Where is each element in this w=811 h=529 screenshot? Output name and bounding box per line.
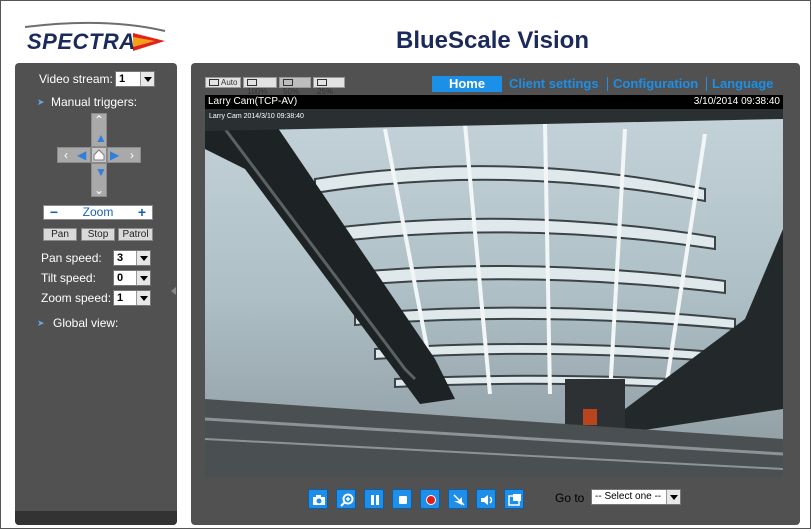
volume-down-icon [453, 494, 465, 506]
nav-configuration-tab[interactable]: Configuration [613, 76, 698, 92]
expand-icon[interactable]: ➤ [37, 318, 45, 329]
nav-language-tab[interactable]: Language [712, 76, 773, 92]
video-stream-select[interactable]: 1 [115, 71, 155, 87]
chevron-right-icon: › [130, 148, 134, 162]
arrow-left-icon: ◀ [77, 148, 87, 162]
zoom-out-button[interactable]: − [44, 205, 64, 219]
camera-icon [313, 495, 325, 505]
size-25-button[interactable]: 25% [313, 77, 345, 96]
pan-speed-select[interactable]: 3 [113, 250, 151, 266]
collapse-panel-handle[interactable] [171, 287, 176, 295]
size-50-button[interactable]: 50% [279, 77, 311, 96]
goto-select[interactable]: -- Select one -- [591, 489, 681, 505]
record-button[interactable] [420, 489, 440, 509]
chevron-down-icon [666, 490, 680, 504]
nav-separator [706, 77, 707, 91]
nav-client-settings-tab[interactable]: Client settings [509, 76, 599, 92]
pause-button[interactable] [364, 489, 384, 509]
arrow-down-icon: ▼ [95, 165, 107, 179]
ptz-direction-pad: ⌃ ⌄ ‹ › ▲ ▼ ◀ ▶ [57, 113, 141, 197]
page-title: BlueScale Vision [396, 27, 589, 54]
fullscreen-button[interactable] [504, 489, 524, 509]
zoom-speed-label: Zoom speed: [41, 291, 112, 305]
speaker-button[interactable] [476, 489, 496, 509]
camera-name: Larry Cam(TCP-AV) [208, 96, 298, 107]
app-window: SPECTRA BlueScale Vision Video stream: 1… [0, 0, 811, 529]
chevron-up-icon: ⌃ [93, 113, 105, 127]
main-view-panel: Auto 100% 50% 25% Home Client settings C… [191, 63, 800, 525]
nav-separator [607, 77, 608, 91]
speaker-icon [481, 495, 493, 505]
ptz-home-button[interactable] [91, 147, 107, 163]
home-icon [93, 149, 105, 161]
tilt-speed-label: Tilt speed: [41, 271, 96, 285]
zoom-label: Zoom [82, 205, 114, 219]
chevron-down-icon [136, 251, 150, 265]
stop-video-button[interactable] [392, 489, 412, 509]
digital-zoom-button[interactable] [336, 489, 356, 509]
stop-button[interactable]: Stop [81, 228, 115, 241]
spectra-logo: SPECTRA [15, 17, 175, 61]
digital-zoom-icon [340, 493, 354, 507]
size-100-button[interactable]: 100% [243, 77, 277, 96]
tilt-speed-select[interactable]: 0 [113, 270, 151, 286]
record-icon [426, 495, 436, 505]
nav-home-tab[interactable]: Home [432, 76, 502, 92]
goto-label: Go to [555, 491, 585, 505]
camera-timestamp: 3/10/2014 09:38:40 [693, 96, 780, 107]
panel-footer [15, 511, 177, 525]
manual-triggers-toggle[interactable]: Manual triggers: [51, 95, 137, 109]
chevron-down-icon [136, 291, 150, 305]
chevron-left-icon: ‹ [64, 148, 68, 162]
chevron-down-icon [140, 72, 154, 86]
volume-down-button[interactable] [448, 489, 468, 509]
live-video-feed[interactable]: Larry Cam 2014/3/10 09:38:40 [205, 109, 783, 477]
size-auto-button[interactable]: Auto [205, 77, 241, 88]
zoom-control: − Zoom + [43, 205, 153, 220]
snapshot-button[interactable] [308, 489, 328, 509]
arrow-up-icon: ▲ [95, 131, 107, 145]
camera-title-bar: Larry Cam(TCP-AV) 3/10/2014 09:38:40 [205, 95, 783, 109]
stop-icon [399, 496, 407, 504]
zoom-in-button[interactable]: + [132, 205, 152, 219]
pause-icon [371, 495, 379, 505]
fullscreen-icon [508, 494, 521, 506]
pan-button[interactable]: Pan [43, 228, 77, 241]
global-view-toggle[interactable]: Global view: [53, 316, 118, 330]
logo-text: SPECTRA [27, 29, 136, 54]
chevron-down-icon: ⌄ [93, 183, 105, 197]
zoom-speed-select[interactable]: 1 [113, 290, 151, 306]
chevron-down-icon [136, 271, 150, 285]
expand-icon[interactable]: ➤ [37, 97, 45, 108]
left-control-panel: Video stream: 1 ➤ Manual triggers: ⌃ ⌄ ‹… [15, 63, 177, 525]
pan-speed-label: Pan speed: [41, 251, 102, 265]
video-stream-label: Video stream: [39, 72, 113, 86]
patrol-button[interactable]: Patrol [118, 228, 153, 241]
arrow-right-icon: ▶ [110, 148, 120, 162]
video-frame-image [205, 109, 783, 477]
video-osd-text: Larry Cam 2014/3/10 09:38:40 [209, 113, 304, 120]
